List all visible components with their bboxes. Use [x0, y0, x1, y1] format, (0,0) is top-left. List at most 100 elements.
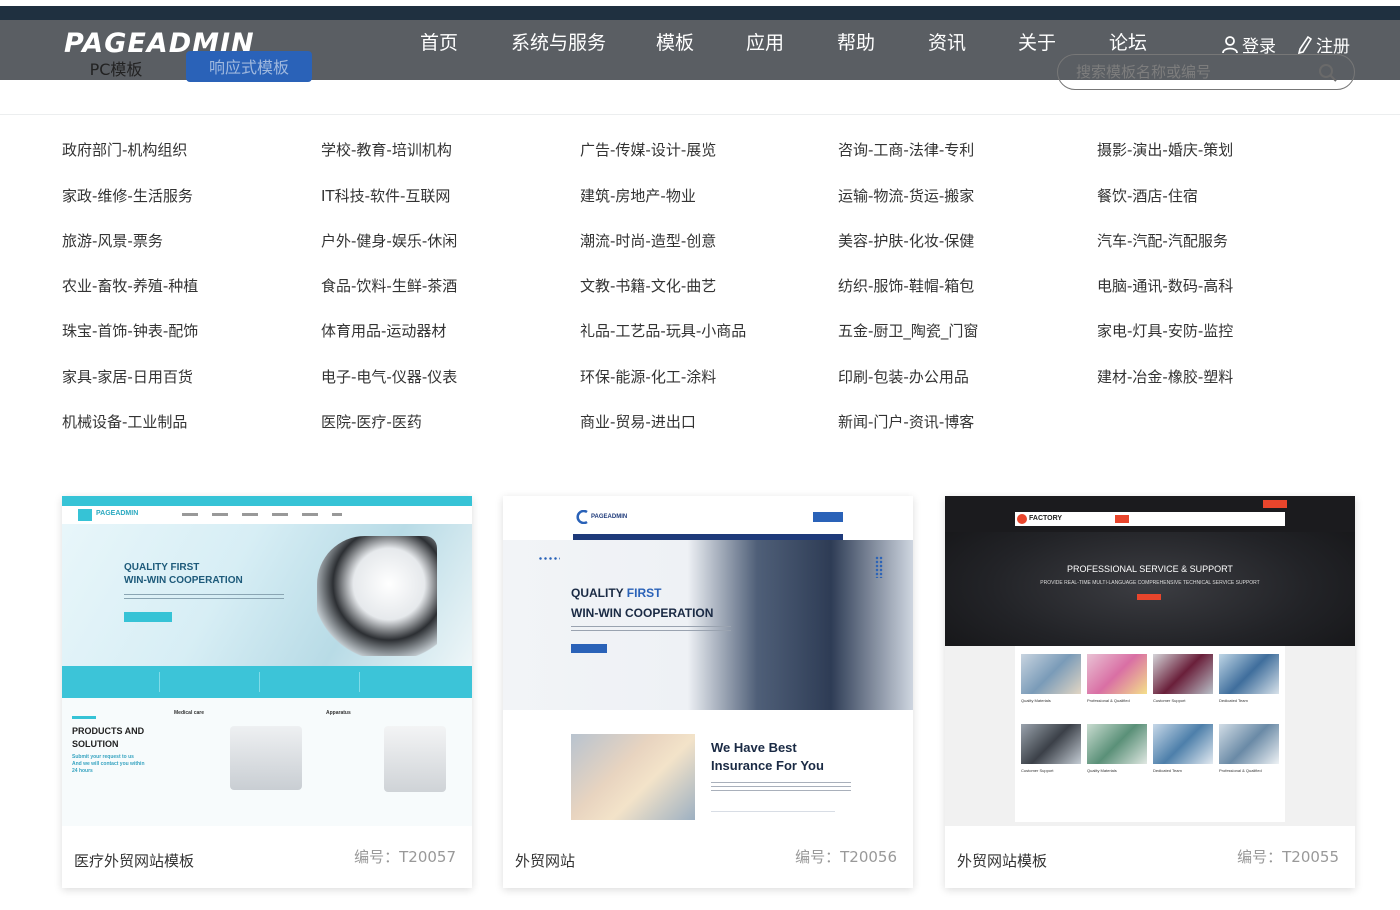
analyzer-device-graphic	[230, 726, 302, 790]
category-link[interactable]: 家具-家居-日用百货	[62, 366, 193, 387]
search-input[interactable]	[1076, 61, 1306, 83]
preview-section-sub: 24 hours	[72, 768, 93, 774]
category-link[interactable]: 珠宝-首饰-钟表-配饰	[62, 320, 198, 341]
template-code: 编号：T20057	[354, 848, 456, 866]
category-link[interactable]: 家电-灯具-安防-监控	[1097, 320, 1233, 341]
category-link[interactable]: 餐饮-酒店-住宿	[1097, 185, 1198, 206]
category-link[interactable]: 潮流-时尚-造型-创意	[580, 230, 716, 251]
nav-item-templates[interactable]: 模板	[656, 28, 694, 55]
category-link[interactable]: 广告-传媒-设计-展览	[580, 139, 716, 160]
category-link[interactable]: 五金-厨卫_陶瓷_门窗	[838, 320, 978, 341]
category-link[interactable]: 建材-冶金-橡胶-塑料	[1097, 366, 1233, 387]
category-link[interactable]: 礼品-工艺品-玩具-小商品	[580, 320, 746, 341]
preview-headline: WIN-WIN COOPERATION	[124, 575, 243, 586]
template-card[interactable]: PAGEADMIN QUALITY FIRST WIN-WIN COOPERAT…	[62, 496, 472, 888]
tab-pc-templates[interactable]: PC模板	[76, 57, 156, 83]
template-name[interactable]: 医疗外贸网站模板	[74, 850, 194, 871]
category-link[interactable]: 汽车-汽配-汽配服务	[1097, 230, 1228, 251]
category-link[interactable]: 纺织-服饰-鞋帽-箱包	[838, 275, 974, 296]
nav-item-apps[interactable]: 应用	[746, 28, 784, 55]
brand-logo-icon	[576, 510, 588, 524]
preview-gallery: Quality Materials Professional & Qualifi…	[1015, 646, 1285, 822]
category-link[interactable]: 印刷-包装-办公用品	[838, 366, 969, 387]
category-link[interactable]: 政府部门-机构组织	[62, 139, 187, 160]
gallery-thumb	[1087, 724, 1147, 764]
gallery-caption: Customer Support	[1153, 698, 1186, 703]
nav-item-home[interactable]: 首页	[420, 28, 458, 55]
preview-headline: WIN-WIN COOPERATION	[571, 606, 714, 620]
category-link[interactable]: 家政-维修-生活服务	[62, 185, 193, 206]
analyzer-device-graphic	[384, 726, 446, 792]
category-link[interactable]: 电子-电气-仪器-仪表	[321, 366, 457, 387]
gallery-thumb	[1153, 724, 1213, 764]
category-link[interactable]: 环保-能源-化工-涂料	[580, 366, 716, 387]
category-link[interactable]: 农业-畜牧-养殖-种植	[62, 275, 198, 296]
category-link[interactable]: 机械设备-工业制品	[62, 411, 187, 432]
gallery-thumb	[1219, 724, 1279, 764]
nav-item-systems-services[interactable]: 系统与服务	[511, 28, 606, 55]
preview-headline: QUALITY FIRST	[124, 562, 200, 573]
preview-brand: FACTORY	[1029, 515, 1063, 522]
preview-header: PAGEADMIN	[503, 496, 913, 536]
accent-line	[72, 716, 96, 719]
search-box	[1057, 54, 1355, 90]
dot-pattern	[538, 556, 560, 562]
category-link[interactable]: 咨询-工商-法律-专利	[838, 139, 974, 160]
nav-item-help[interactable]: 帮助	[837, 28, 875, 55]
category-link[interactable]: 建筑-房地产-物业	[580, 185, 696, 206]
gallery-caption: Quality Materials	[1087, 768, 1117, 773]
search-icon[interactable]	[1318, 63, 1338, 83]
category-link[interactable]: 户外-健身-娱乐-休闲	[321, 230, 457, 251]
preview-headline: PROFESSIONAL SERVICE & SUPPORT	[1067, 564, 1233, 574]
template-card[interactable]: FACTORY PROFESSIONAL SERVICE & SUPPORT P…	[945, 496, 1355, 888]
category-link[interactable]: 新闻-门户-资讯-博客	[838, 411, 974, 432]
category-link[interactable]: 电脑-通讯-数码-高科	[1097, 275, 1233, 296]
preview-section-sub: Submit your request to us	[72, 754, 134, 760]
gallery-thumb	[1219, 654, 1279, 694]
category-link[interactable]: 运输-物流-货运-搬家	[838, 185, 974, 206]
category-link[interactable]: 医院-医疗-医药	[321, 411, 422, 432]
tab-responsive-templates[interactable]: 响应式模板	[186, 51, 312, 82]
category-link[interactable]: 食品-饮料-生鲜-茶酒	[321, 275, 457, 296]
gallery-thumb	[1087, 654, 1147, 694]
template-preview-image[interactable]: PAGEADMIN QUALITY FIRST WIN-WIN COOPERAT…	[503, 496, 913, 826]
template-preview-image[interactable]: FACTORY PROFESSIONAL SERVICE & SUPPORT P…	[945, 496, 1355, 826]
preview-nav: PAGEADMIN	[62, 506, 472, 524]
gallery-thumb	[1021, 654, 1081, 694]
feature-item	[70, 672, 160, 692]
nav-item-news[interactable]: 资讯	[928, 28, 966, 55]
category-link[interactable]: 商业-贸易-进出口	[580, 411, 696, 432]
preview-contact-line	[711, 804, 835, 812]
preview-promo-title: Insurance For You	[711, 758, 824, 773]
nav-item-about[interactable]: 关于	[1018, 28, 1056, 55]
nav-item-forum[interactable]: 论坛	[1109, 28, 1147, 55]
preview-section-sub: And we will contact you within	[72, 761, 145, 767]
gallery-caption: Customer Support	[1021, 768, 1054, 773]
preview-paragraph	[711, 782, 851, 792]
category-link[interactable]: 学校-教育-培训机构	[321, 139, 452, 160]
template-card[interactable]: PAGEADMIN QUALITY FIRST WIN-WIN COOPERAT…	[503, 496, 913, 888]
category-link[interactable]: 旅游-风景-票务	[62, 230, 163, 251]
preview-section-title: SOLUTION	[72, 739, 119, 749]
category-link[interactable]: 文教-书籍-文化-曲艺	[580, 275, 716, 296]
gallery-caption: Dedicated Team	[1153, 768, 1182, 773]
preview-nav-active	[1115, 515, 1129, 523]
template-name[interactable]: 外贸网站	[515, 850, 575, 871]
preview-button	[1137, 594, 1161, 600]
feature-item	[170, 672, 260, 692]
preview-products-section: PRODUCTS AND SOLUTION Submit your reques…	[62, 698, 472, 826]
category-link[interactable]: 摄影-演出-婚庆-策划	[1097, 139, 1233, 160]
category-link[interactable]: 美容-护肤-化妆-保健	[838, 230, 974, 251]
template-preview-image[interactable]: PAGEADMIN QUALITY FIRST WIN-WIN COOPERAT…	[62, 496, 472, 826]
category-link[interactable]: 体育用品-运动器材	[321, 320, 446, 341]
pencil-icon	[1298, 35, 1312, 54]
preview-subline: PROVIDE REAL-TIME MULTI-LANGUAGE COMPREH…	[1040, 580, 1260, 586]
preview-hero: QUALITY FIRST WIN-WIN COOPERATION	[62, 524, 472, 666]
microscope-graphic	[317, 536, 437, 656]
preview-feature-bar	[62, 666, 472, 698]
preview-col-title: Medical care	[174, 710, 205, 716]
template-name[interactable]: 外贸网站模板	[957, 850, 1047, 871]
category-link[interactable]: IT科技-软件-互联网	[321, 185, 450, 206]
user-icon	[1222, 35, 1238, 53]
template-code: 编号：T20055	[1237, 848, 1339, 866]
